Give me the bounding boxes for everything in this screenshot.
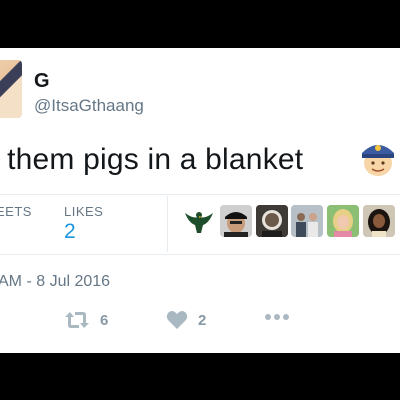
likes-label[interactable]: LIKES [64, 204, 103, 219]
heart-icon [166, 311, 188, 329]
police-officer-emoji-icon [362, 145, 394, 176]
like-count: 2 [198, 311, 207, 329]
retweet-icon [65, 312, 89, 328]
like-button[interactable]: 2 [166, 310, 206, 330]
display-name[interactable]: G [34, 70, 50, 93]
retweet-button[interactable]: 6 [64, 310, 108, 330]
eagle-avatar-icon[interactable] [183, 205, 215, 237]
woman-avatar-icon[interactable] [363, 205, 395, 237]
more-options-button[interactable] [264, 312, 290, 322]
likes-count[interactable]: 2 [64, 220, 76, 244]
blonde-avatar-icon[interactable] [327, 205, 359, 237]
retweet-count: 6 [100, 311, 109, 329]
dark-avatar-icon[interactable] [256, 205, 288, 237]
divider-top [0, 194, 400, 195]
retweets-label[interactable]: EETS [0, 204, 32, 219]
more-dots-icon [265, 314, 289, 320]
man-cap-avatar-icon[interactable] [220, 205, 252, 237]
user-avatar[interactable] [0, 60, 22, 118]
group-avatar-icon[interactable] [291, 205, 323, 237]
tweet-text: t them pigs in a blanket [0, 143, 304, 176]
tweet-timestamp[interactable]: AM - 8 Jul 2016 [0, 273, 110, 291]
divider-bottom [0, 254, 400, 255]
stats-separator [167, 196, 168, 252]
user-handle[interactable]: @ItsaGthaang [34, 96, 144, 116]
tweet-card: G @ItsaGthaang t them pigs in a blanket … [0, 48, 400, 353]
